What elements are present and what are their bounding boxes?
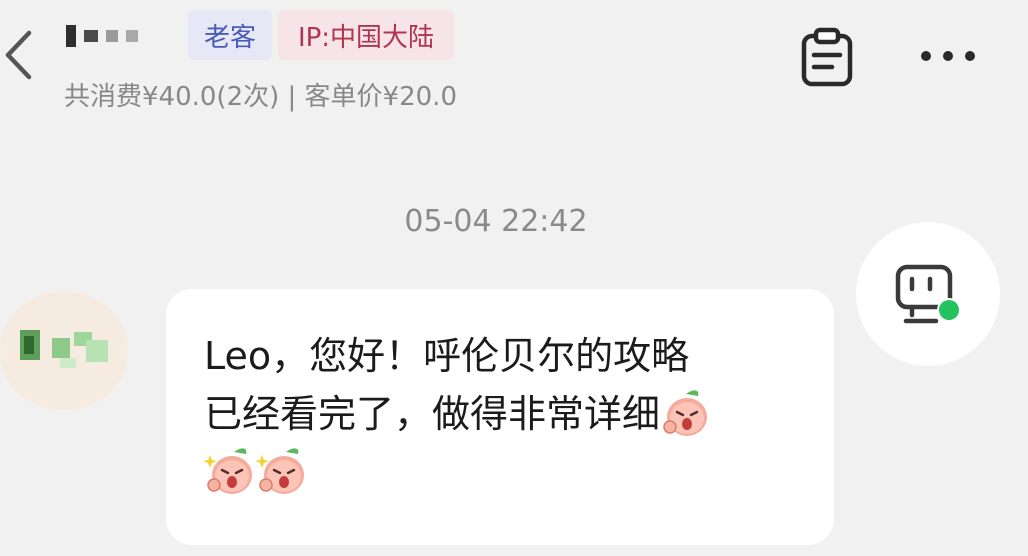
consumption-summary: 共消费¥40.0(2次) | 客单价¥20.0 [64,81,457,112]
message-text-line-2: 已经看完了，做得非常详细 [204,385,794,443]
clipboard-button[interactable] [798,26,856,88]
back-button[interactable] [0,20,36,90]
more-icon [921,51,975,61]
ip-location-tag: IP:中国大陆 [278,10,454,60]
message-timestamp: 05-04 22:42 [404,204,588,239]
message-sticker-line [204,443,794,501]
more-button[interactable] [912,36,984,76]
customer-service-icon [895,264,961,324]
incoming-message-bubble[interactable]: Leo，您好！呼伦贝尔的攻略 已经看完了，做得非常详细 [166,289,834,545]
customer-name-masked [66,24,170,48]
chevron-left-icon [5,30,32,80]
customer-service-button[interactable] [856,222,1000,366]
peach-cheer-sticker [663,389,708,436]
peach-cheer-sticker [204,447,252,494]
online-status-dot [939,300,959,320]
message-text-line-2-text: 已经看完了，做得非常详细 [204,392,661,436]
customer-avatar[interactable] [0,292,128,410]
regular-customer-tag: 老客 [188,10,272,60]
message-text-line-1: Leo，您好！呼伦贝尔的攻略 [204,334,690,378]
peach-cheer-sticker [256,447,304,494]
clipboard-icon [801,27,853,87]
